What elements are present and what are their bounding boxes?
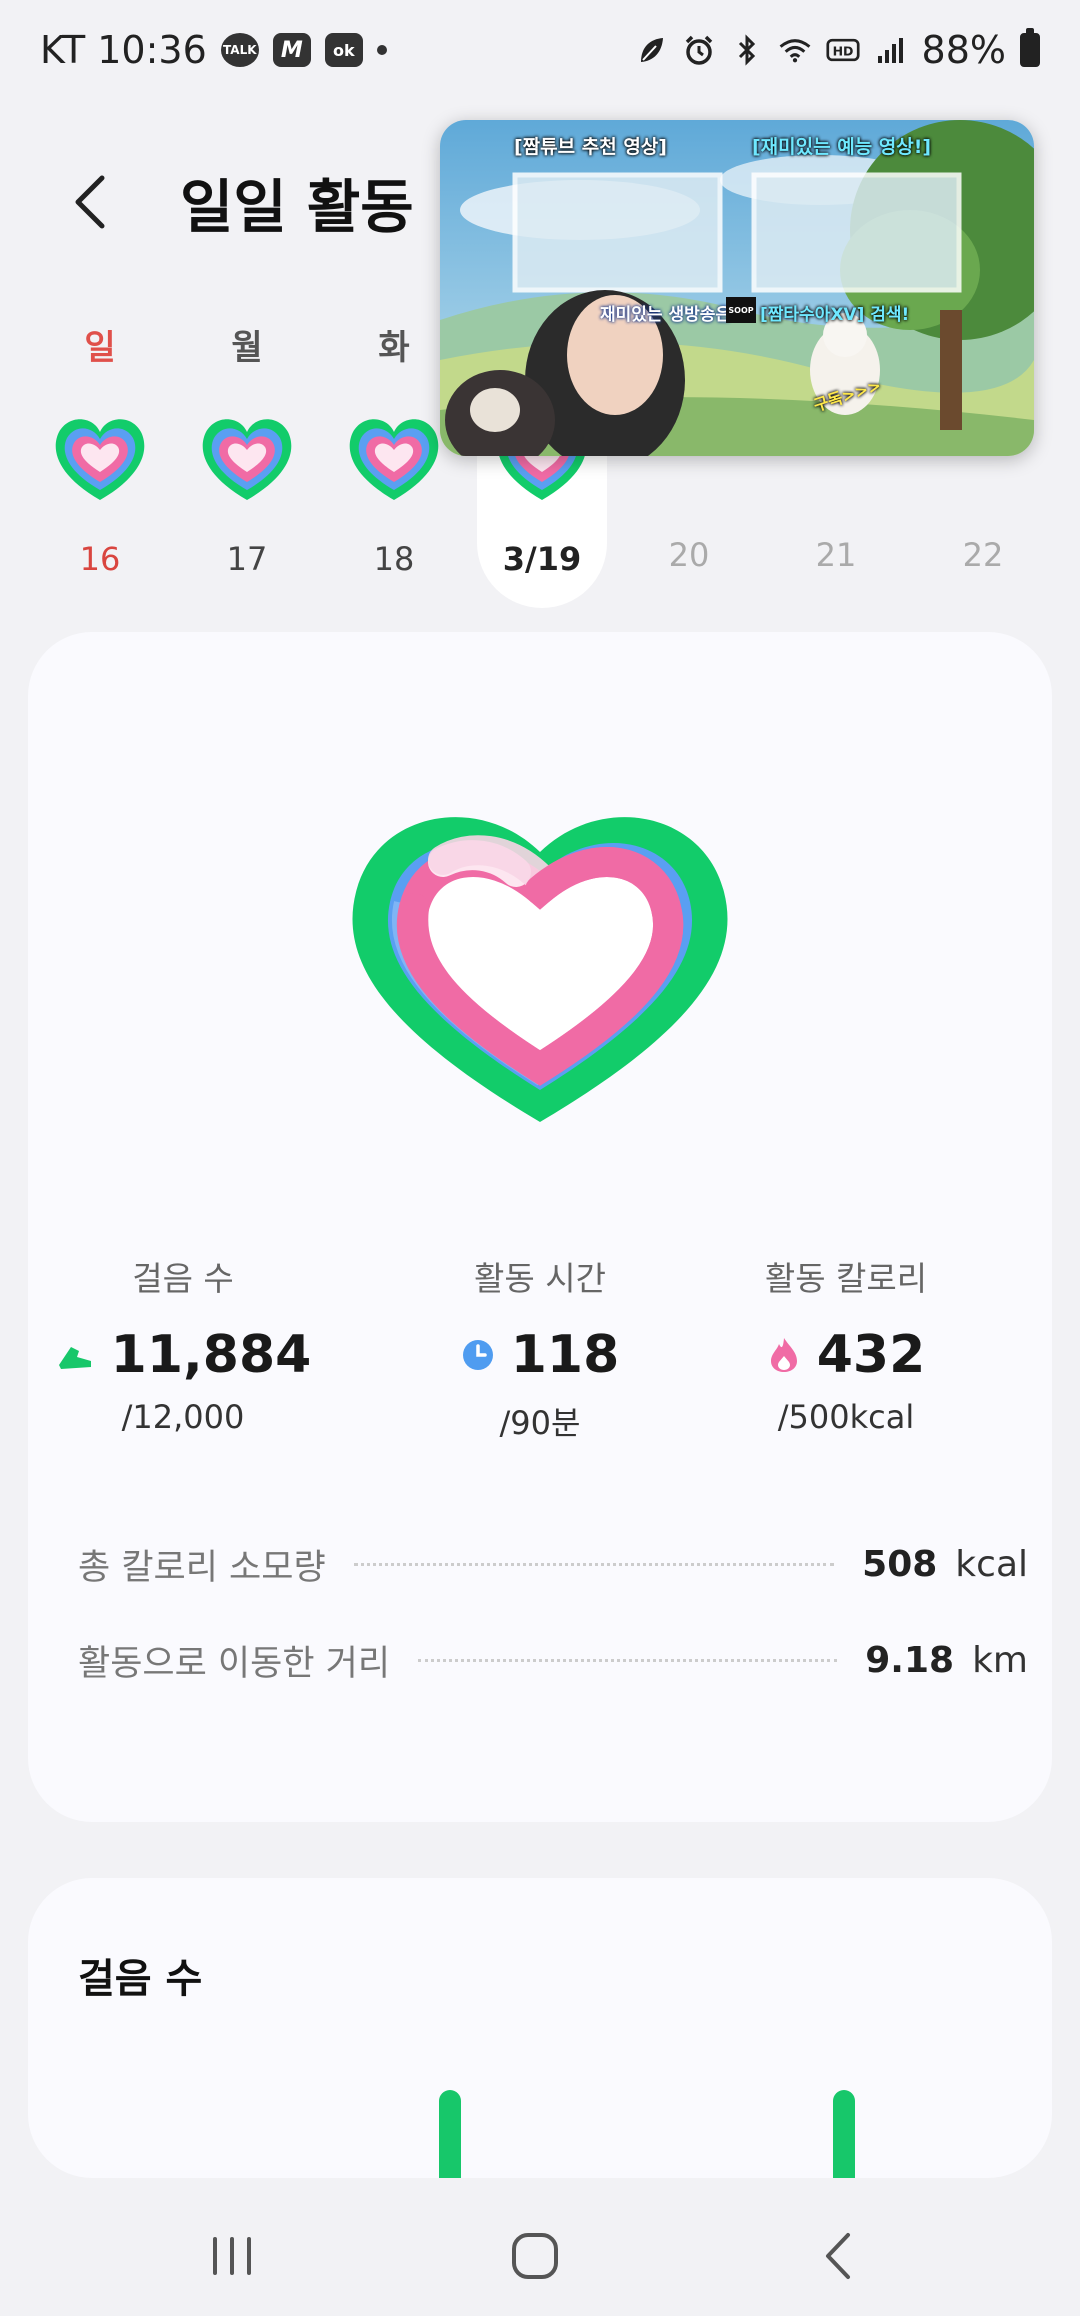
day-date: 18: [373, 540, 415, 578]
home-icon: [512, 2233, 558, 2279]
pip-caption-1: 재미있는 생방송은: [600, 305, 732, 325]
clock-icon: [462, 1340, 493, 1370]
home-button[interactable]: [495, 2216, 575, 2296]
back-nav-button[interactable]: [798, 2216, 878, 2296]
active-calories-goal: /500kcal: [777, 1398, 915, 1436]
kakaotalk-icon: TALK: [220, 33, 259, 67]
steps-goal: /12,000: [121, 1398, 245, 1436]
steps-label: 걸음 수: [132, 1259, 234, 1298]
carrier-time: KT 10:36: [40, 28, 207, 72]
total-calories-value: 508: [862, 1543, 938, 1585]
bluetooth-icon: [730, 33, 764, 67]
signal-icon: [874, 33, 908, 67]
more-notifications-icon: [376, 45, 387, 55]
recent-apps-icon: [213, 2237, 251, 2275]
day-monday[interactable]: 월 17: [182, 318, 312, 608]
battery-icon: [1020, 28, 1040, 67]
active-time-value: 118: [510, 1325, 620, 1385]
day-date: 17: [226, 540, 268, 578]
active-time-label: 활동 시간: [474, 1259, 606, 1298]
pip-banner-right: [재미있는 예능 영상!]: [752, 136, 932, 158]
leaf-icon: [634, 33, 668, 67]
video-frame: [440, 120, 1034, 456]
distance-label: 활동으로 이동한 거리: [78, 1643, 391, 1684]
day-name: 일: [84, 328, 116, 368]
activity-heart-icon: [202, 419, 292, 500]
active-calories-label: 활동 칼로리: [764, 1259, 928, 1298]
svg-text:HD: HD: [832, 43, 853, 58]
activity-heart-icon: [55, 419, 145, 500]
m-app-icon: M: [272, 33, 311, 67]
wifi-icon: [778, 33, 812, 67]
day-date: 3/19: [502, 540, 582, 578]
flame-icon: [770, 1338, 797, 1372]
battery-percent: 88%: [921, 28, 1006, 72]
steps-bar: [833, 2090, 855, 2178]
steps-stat[interactable]: 걸음 수 11,884 /12,000: [33, 1252, 333, 1436]
dotted-leader: [353, 1562, 835, 1566]
pip-caption-2: [짬타수아XV] 검색!: [760, 305, 910, 325]
ok-cashbag-icon: ok: [324, 33, 363, 67]
total-calories-label: 총 칼로리 소모량: [78, 1547, 326, 1588]
steps-card[interactable]: 걸음 수: [28, 1878, 1052, 2178]
distance-row: 활동으로 이동한 거리 9.18 km: [78, 1630, 1028, 1690]
steps-bar: [439, 2090, 461, 2178]
page-title: 일일 활동: [180, 173, 414, 241]
day-date: 22: [962, 536, 1004, 574]
status-bar: KT 10:36 TALK M ok HD 88%: [0, 0, 1080, 100]
steps-card-title: 걸음 수: [78, 1956, 203, 2002]
dotted-leader: [418, 1658, 838, 1662]
day-name: 월: [231, 328, 263, 368]
pip-video-player[interactable]: [짬튜브 추천 영상] [재미있는 예능 영상!] 재미있는 생방송은 SOOP…: [440, 120, 1034, 456]
active-time-stat[interactable]: 활동 시간 118 /90분: [390, 1252, 690, 1444]
day-date: 16: [79, 540, 121, 578]
distance-value: 9.18: [865, 1639, 955, 1681]
activity-rings-heart: [352, 817, 728, 1122]
system-nav-bar: [0, 2180, 1080, 2316]
back-arrow-icon: [826, 2233, 850, 2279]
day-date: 20: [668, 536, 710, 574]
pip-caption-logo: SOOP: [726, 297, 756, 323]
distance-unit: km: [972, 1639, 1028, 1681]
activity-heart-icon: [349, 419, 439, 500]
day-date: 21: [815, 536, 857, 574]
steps-value: 11,884: [110, 1325, 312, 1385]
active-time-goal: /90분: [499, 1404, 581, 1442]
back-button[interactable]: [70, 167, 120, 237]
active-calories-stat[interactable]: 활동 칼로리 432 /500kcal: [696, 1252, 996, 1436]
daily-activity-card: 걸음 수 11,884 /12,000 활동 시간 118 /90분 활동 칼로…: [28, 632, 1052, 1822]
activity-stats: 걸음 수 11,884 /12,000 활동 시간 118 /90분 활동 칼로…: [28, 1252, 1052, 1462]
total-calories-unit: kcal: [955, 1543, 1028, 1585]
day-sunday[interactable]: 일 16: [35, 318, 165, 608]
alarm-icon: [682, 33, 716, 67]
total-calories-row: 총 칼로리 소모량 508 kcal: [78, 1534, 1028, 1594]
chevron-left-icon: [75, 175, 105, 229]
page-header: 일일 활동: [70, 160, 414, 244]
shoe-icon: [58, 1347, 91, 1369]
hd-voice-icon: HD: [825, 33, 860, 67]
pip-banner-left: [짬튜브 추천 영상]: [514, 136, 667, 158]
active-calories-value: 432: [816, 1325, 926, 1385]
recent-apps-button[interactable]: [192, 2216, 272, 2296]
